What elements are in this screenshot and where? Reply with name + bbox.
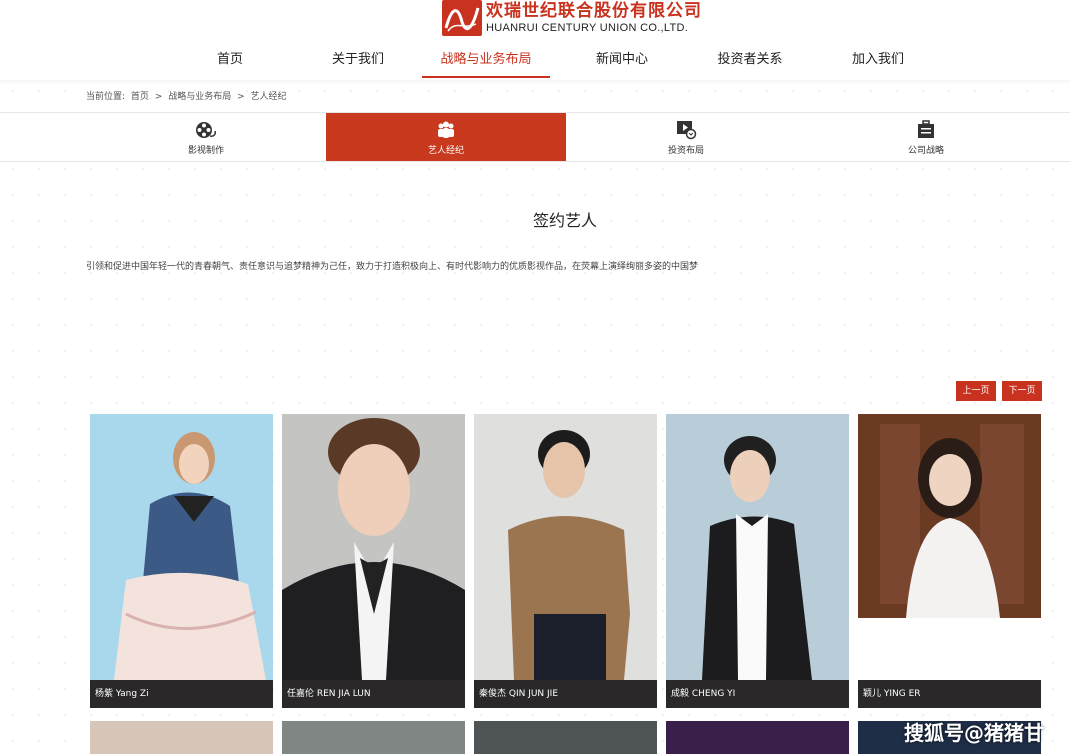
- breadcrumb-strategy[interactable]: 战略与业务布局: [168, 92, 231, 102]
- artist-name: 秦俊杰 QIN JUN JIE: [474, 680, 657, 708]
- artist-card[interactable]: 秦俊杰 QIN JUN JIE: [474, 414, 657, 708]
- subnav-item-investment[interactable]: 投资布局: [566, 113, 806, 161]
- artist-card[interactable]: 任嘉伦 REN JIA LUN: [282, 414, 465, 708]
- breadcrumb-separator: >: [154, 92, 163, 102]
- next-page-button[interactable]: 下一页: [1002, 381, 1042, 401]
- nav-item-strategy[interactable]: 战略与业务布局: [422, 44, 550, 78]
- nav-item-news[interactable]: 新闻中心: [558, 44, 686, 78]
- artist-photo: [666, 414, 849, 680]
- artist-card[interactable]: 颖儿 YING ER: [858, 414, 1041, 708]
- breadcrumb-prefix: 当前位置:: [86, 92, 126, 102]
- film-reel-icon: [195, 120, 217, 140]
- artist-card[interactable]: [666, 721, 849, 754]
- people-icon: [435, 120, 457, 140]
- section-intro: 引领和促进中国年轻一代的青春朝气、责任意识与追梦精神为己任，致力于打造积极向上、…: [86, 262, 699, 272]
- company-logo[interactable]: 欢瑞世纪联合股份有限公司 HUANRUI CENTURY UNION CO.,L…: [442, 0, 702, 36]
- artist-card[interactable]: 杨紫 Yang Zi: [90, 414, 273, 708]
- subnav-item-artist-management[interactable]: 艺人经纪: [326, 113, 566, 161]
- watermark-text: 搜狐号@猪猪甘: [904, 721, 1044, 745]
- breadcrumb-current: 艺人经纪: [250, 92, 287, 102]
- video-investment-icon: [675, 120, 697, 140]
- subnav-label: 影视制作: [187, 146, 224, 156]
- nav-item-investors[interactable]: 投资者关系: [686, 44, 814, 78]
- artist-name: 杨紫 Yang Zi: [90, 680, 273, 708]
- sub-nav: 影视制作 艺人经纪 投资布局 公司战略: [0, 112, 1070, 162]
- briefcase-icon: [915, 120, 937, 140]
- logo-mark-icon: [442, 0, 482, 36]
- subnav-label: 艺人经纪: [427, 146, 464, 156]
- artist-name: 成毅 CHENG YI: [666, 680, 849, 708]
- artist-photo: [282, 414, 465, 680]
- breadcrumb-home[interactable]: 首页: [131, 92, 149, 102]
- artist-name: 任嘉伦 REN JIA LUN: [282, 680, 465, 708]
- nav-item-about[interactable]: 关于我们: [294, 44, 422, 78]
- artist-card[interactable]: [282, 721, 465, 754]
- nav-item-join[interactable]: 加入我们: [814, 44, 942, 78]
- artist-card[interactable]: 成毅 CHENG YI: [666, 414, 849, 708]
- site-header: 欢瑞世纪联合股份有限公司 HUANRUI CENTURY UNION CO.,L…: [0, 0, 1070, 80]
- logo-chinese-name: 欢瑞世纪联合股份有限公司: [486, 0, 702, 21]
- nav-item-home[interactable]: 首页: [166, 44, 294, 78]
- artist-photo: [858, 414, 1041, 680]
- logo-english-name: HUANRUI CENTURY UNION CO.,LTD.: [486, 21, 689, 34]
- subnav-label: 投资布局: [667, 146, 704, 156]
- artist-card[interactable]: [90, 721, 273, 754]
- prev-page-button[interactable]: 上一页: [956, 381, 996, 401]
- artist-photo: [474, 414, 657, 680]
- artist-name: 颖儿 YING ER: [858, 680, 1041, 708]
- subnav-label: 公司战略: [907, 146, 944, 156]
- breadcrumb: 当前位置: 首页 > 战略与业务布局 > 艺人经纪: [86, 89, 290, 102]
- subnav-item-company-strategy[interactable]: 公司战略: [806, 113, 1046, 161]
- breadcrumb-separator: >: [237, 92, 245, 102]
- section-title: 签约艺人: [532, 211, 597, 230]
- artist-photo: [90, 414, 273, 680]
- subnav-item-film-production[interactable]: 影视制作: [86, 113, 326, 161]
- artist-card[interactable]: [474, 721, 657, 754]
